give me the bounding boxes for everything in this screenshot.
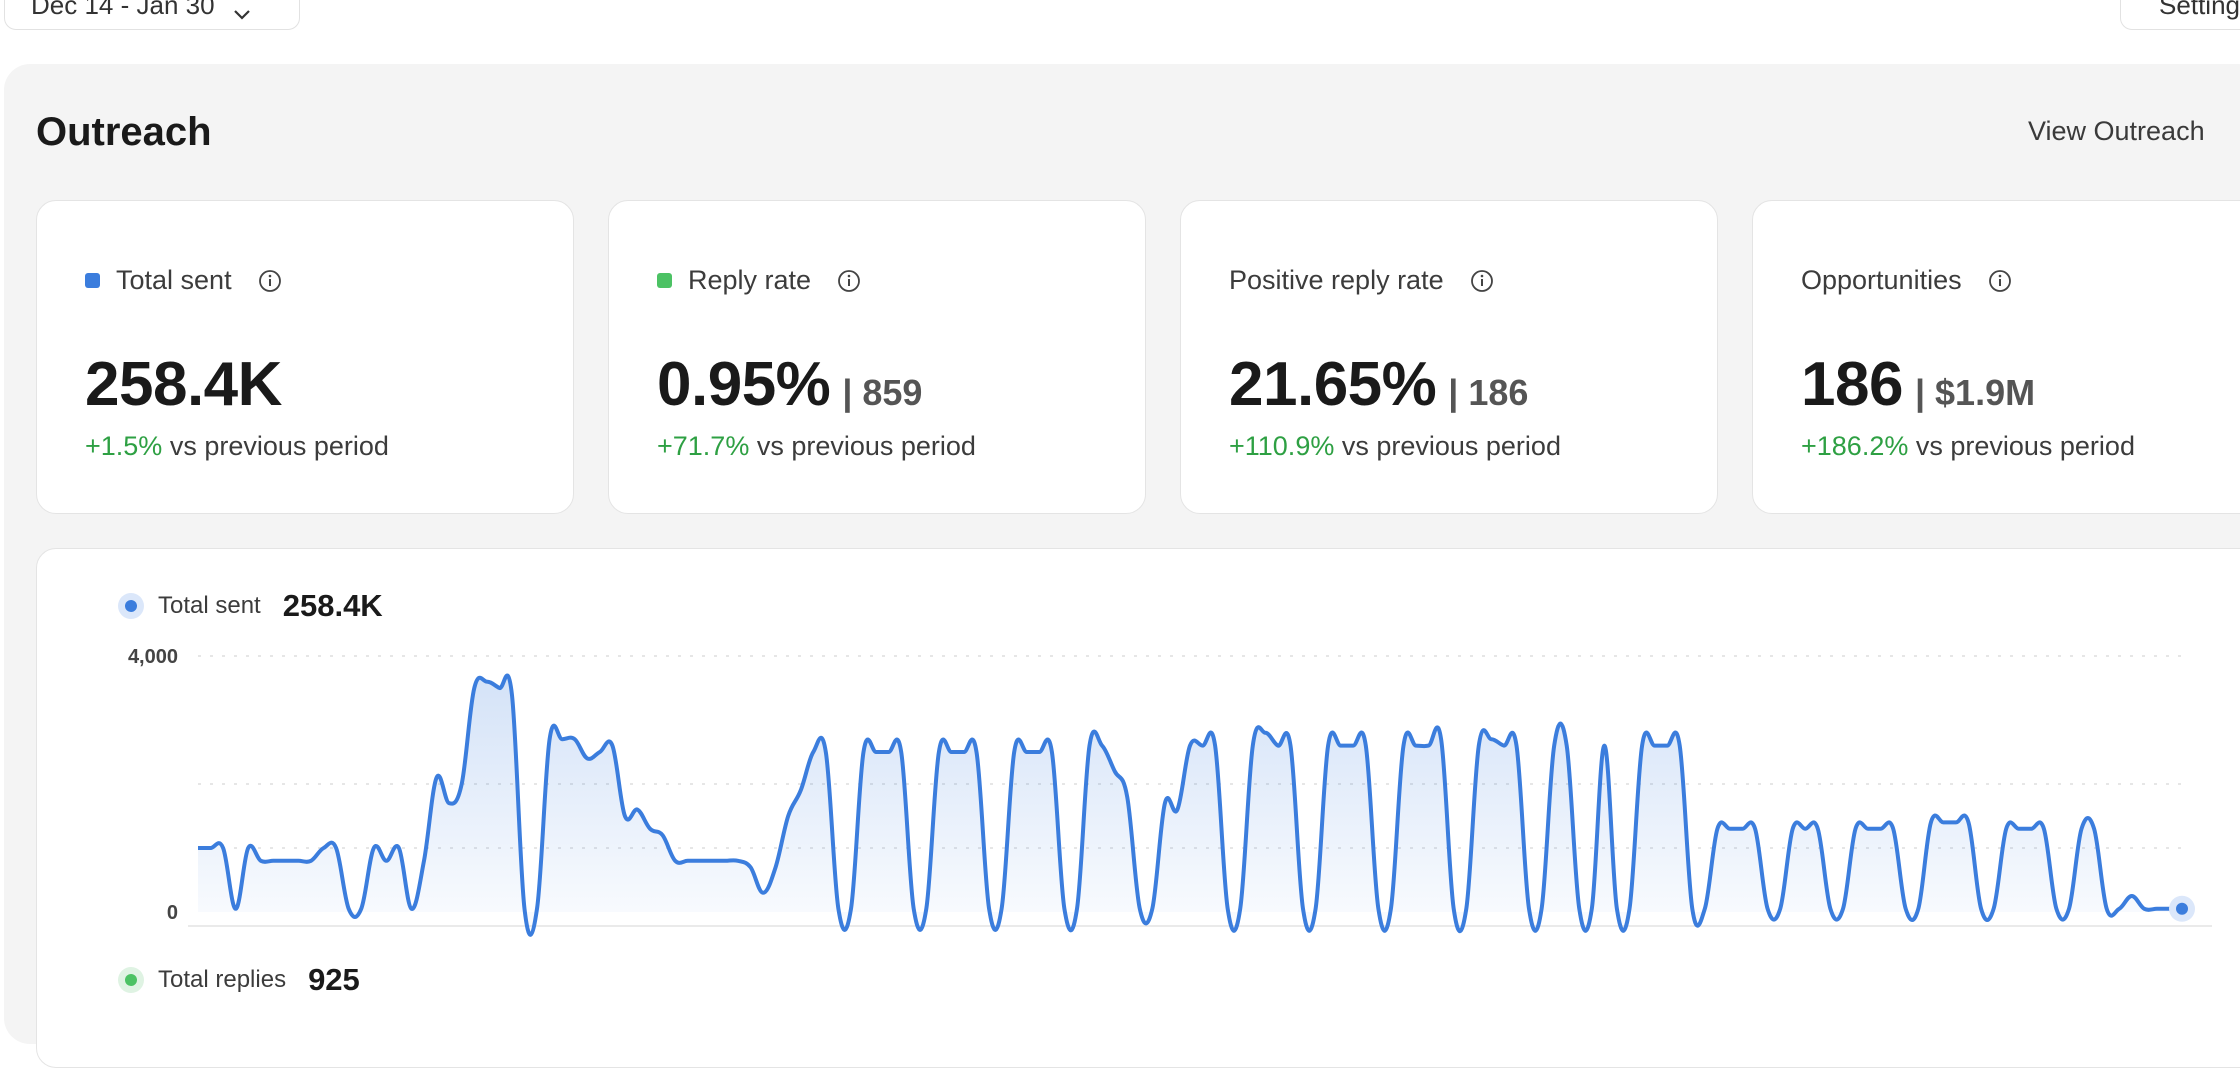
legend-dot [118, 967, 144, 993]
legend-label: Total replies [158, 966, 286, 994]
y-tick-label: 0 [167, 902, 178, 924]
legend-total-replies[interactable]: Total replies 925 [118, 962, 360, 998]
y-tick-label: 4,000 [128, 646, 178, 668]
legend-value: 925 [308, 962, 360, 998]
last-point [2176, 903, 2188, 915]
total-sent-chart[interactable]: 4,000 0 [0, 0, 2240, 1020]
series-area [198, 676, 2182, 935]
